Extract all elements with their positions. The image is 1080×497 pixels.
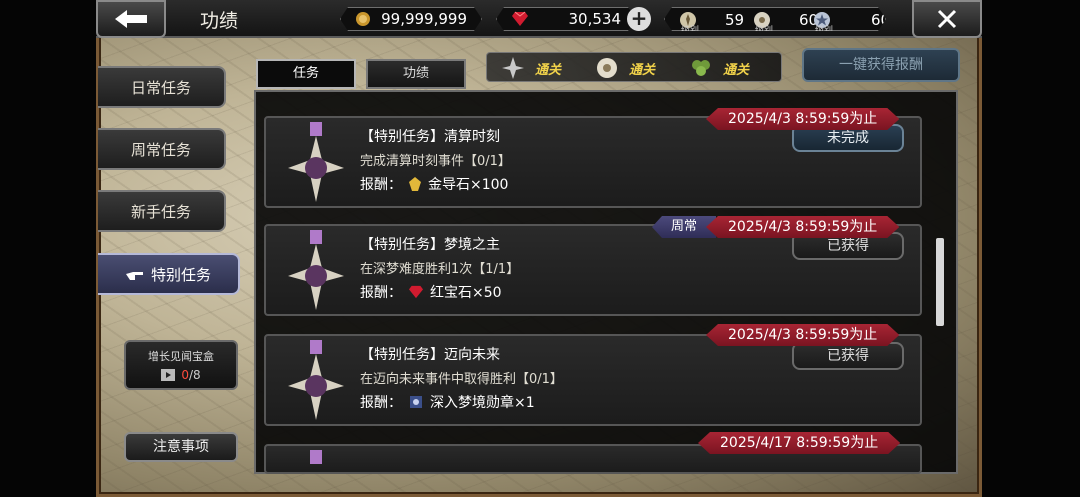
- deadline-banner: 2025/4/17 8:59:59为止: [698, 432, 900, 454]
- close-button[interactable]: [912, 0, 982, 38]
- left-frame: [0, 0, 98, 497]
- sidebar-item-label: 日常任务: [130, 78, 191, 97]
- tab-achievements[interactable]: 功绩: [366, 59, 466, 89]
- quest-title: 【特别任务】迈向未来: [360, 347, 500, 363]
- silver-star-icon: [502, 57, 524, 79]
- box-counter: 0/8: [126, 368, 236, 382]
- medal-icon: [288, 230, 344, 310]
- box-current: 0: [181, 368, 189, 382]
- medal-icon: [288, 340, 344, 420]
- sidebar-item-label: 新手任务: [130, 202, 191, 221]
- gold-amount: 99,999,999: [381, 10, 467, 28]
- reward-prefix: 报酬：: [360, 177, 402, 193]
- gold-currency: 99,999,999: [340, 7, 482, 31]
- notice-button[interactable]: 注意事项: [124, 432, 238, 462]
- clear-label: 通关: [535, 62, 562, 78]
- deadline-banner: 2025/4/3 8:59:59为止: [706, 216, 899, 238]
- quest-description: 完成清算时刻事件【0/1】: [360, 154, 511, 169]
- sidebar-item-weekly[interactable]: 周常任务: [98, 128, 226, 170]
- quest-reward: 报酬： 红宝石×50: [360, 282, 502, 302]
- clear-label: 通关: [629, 62, 656, 78]
- quest-reward: 报酬： 金导石×100: [360, 174, 508, 194]
- level-group: 级别 59 级别 60 级别 60: [664, 7, 886, 31]
- sidebar-item-special[interactable]: 特别任务: [98, 253, 240, 295]
- deadline-banner: 2025/4/3 8:59:59为止: [706, 108, 899, 130]
- pointing-hand-icon: [125, 272, 143, 280]
- sidebar-item-label: 特别任务: [150, 265, 211, 284]
- level-3: 级别 60: [813, 8, 890, 32]
- medal-icon: [310, 450, 322, 464]
- medal-icon: [288, 122, 344, 202]
- deadline-banner: 2025/4/3 8:59:59为止: [706, 324, 899, 346]
- flower-medal-icon: [597, 58, 617, 78]
- tab-tasks[interactable]: 任务: [256, 59, 356, 89]
- reward-text: 红宝石×50: [430, 285, 502, 301]
- ruby-amount: 30,534: [568, 10, 621, 28]
- knowledge-box[interactable]: 增长见闻宝盒 0/8: [124, 340, 238, 390]
- gold-coin-icon: [355, 11, 371, 27]
- page-title: 功绩: [200, 10, 239, 32]
- reward-prefix: 报酬：: [360, 285, 402, 301]
- box-label: 增长见闻宝盒: [148, 350, 214, 363]
- ruby-icon: [511, 11, 529, 27]
- dream-medal-icon: [410, 396, 422, 408]
- quest-title: 【特别任务】梦境之主: [360, 237, 500, 253]
- reward-text: 深入梦境勋章×1: [430, 395, 535, 411]
- clear-badges: 通关 通关 通关: [486, 52, 782, 82]
- clear-badge-1: 通关: [501, 56, 561, 80]
- clear-badge-3: 通关: [689, 56, 749, 80]
- back-arrow-icon: [115, 10, 147, 28]
- level-1: 级别 59: [679, 8, 744, 32]
- level-2: 级别 60: [753, 8, 818, 32]
- gold-stone-icon: [409, 177, 421, 191]
- quest-description: 在深梦难度胜利1次【1/1】: [360, 262, 520, 277]
- ruby-icon: [409, 285, 423, 299]
- box-total: /8: [188, 368, 201, 382]
- video-play-icon: [161, 369, 176, 381]
- sidebar-item-daily[interactable]: 日常任务: [98, 66, 226, 108]
- sidebar-item-beginner[interactable]: 新手任务: [98, 190, 226, 232]
- ruby-currency: 30,534: [496, 7, 636, 31]
- claim-all-button[interactable]: 一键获得报酬: [802, 48, 960, 82]
- reward-prefix: 报酬：: [360, 395, 402, 411]
- sidebar-item-label: 周常任务: [130, 140, 191, 159]
- scrollbar[interactable]: [936, 238, 944, 326]
- clear-label: 通关: [723, 62, 750, 78]
- reward-text: 金导石×100: [428, 177, 509, 193]
- close-icon: [937, 9, 957, 29]
- quest-reward: 报酬： 深入梦境勋章×1: [360, 392, 535, 412]
- status-button[interactable]: 已获得: [792, 342, 904, 370]
- right-frame: [982, 0, 1080, 497]
- back-button[interactable]: [96, 0, 166, 38]
- quest-card: 【特别任务】迈向未来 在迈向未来事件中取得胜利【0/1】 报酬： 深入梦境勋章×…: [264, 334, 922, 426]
- add-ruby-button[interactable]: +: [627, 7, 651, 31]
- level-value: 59: [725, 11, 745, 29]
- quest-description: 在迈向未来事件中取得胜利【0/1】: [360, 372, 563, 387]
- clover-icon: [692, 60, 710, 76]
- quest-title: 【特别任务】清算时刻: [360, 129, 500, 145]
- clear-badge-2: 通关: [595, 56, 655, 80]
